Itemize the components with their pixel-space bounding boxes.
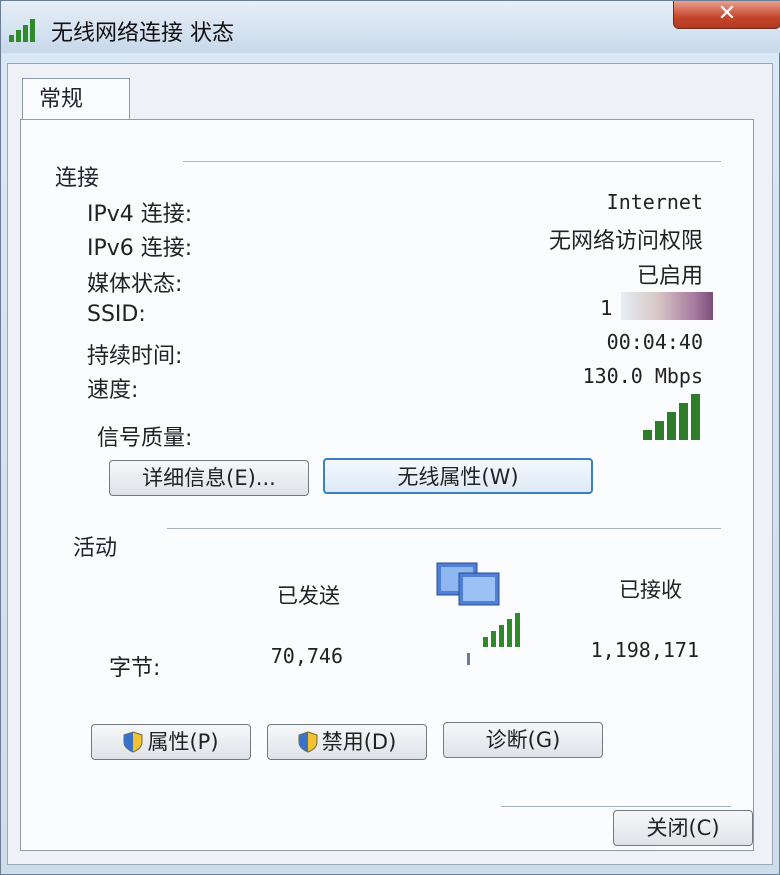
- window-title: 无线网络连接 状态: [51, 21, 234, 46]
- activity-divider: [167, 528, 721, 530]
- speed-value: 130.0 Mbps: [582, 364, 703, 388]
- wireless-properties-button[interactable]: 无线属性(W): [323, 458, 593, 494]
- ipv6-value: 无网络访问权限: [548, 229, 703, 254]
- properties-button-label: 属性(P): [147, 730, 219, 754]
- general-panel: 连接 IPv4 连接: Internet IPv6 连接: 无网络访问权限 媒体…: [20, 119, 754, 851]
- status-window: 无线网络连接 状态 ✕ 常规 连接 IPv4 连接: Internet IPv6…: [0, 0, 780, 875]
- ipv4-label: IPv4 连接:: [87, 202, 193, 227]
- duration-value: 00:04:40: [606, 330, 703, 354]
- ipv4-value: Internet: [606, 190, 703, 214]
- footer-divider: [501, 806, 731, 808]
- received-label: 已接收: [619, 578, 682, 602]
- duration-label: 持续时间:: [87, 344, 183, 369]
- uac-shield-icon: [123, 731, 143, 753]
- title-bar[interactable]: 无线网络连接 状态 ✕: [1, 1, 780, 53]
- uac-shield-icon: [298, 731, 318, 753]
- disable-button-label: 禁用(D): [321, 730, 397, 754]
- ssid-redaction: [621, 292, 713, 320]
- signal-quality-label: 信号质量:: [97, 426, 193, 451]
- ipv6-label: IPv6 连接:: [87, 236, 193, 261]
- signal-strength-icon: [643, 394, 700, 440]
- connection-section-label: 连接: [55, 166, 100, 191]
- properties-button[interactable]: 属性(P): [91, 724, 251, 760]
- network-activity-icon: [436, 562, 520, 665]
- ssid-value: 1: [600, 296, 613, 320]
- signal-bar: [679, 403, 688, 440]
- tab-general[interactable]: 常规: [22, 78, 130, 120]
- signal-bar: [667, 412, 676, 440]
- signal-bar: [691, 394, 700, 440]
- close-button[interactable]: 关闭(C): [613, 810, 753, 846]
- details-button[interactable]: 详细信息(E)...: [109, 460, 309, 496]
- diagnose-button[interactable]: 诊断(G): [443, 722, 603, 758]
- media-state-value: 已启用: [636, 264, 703, 289]
- speed-label: 速度:: [87, 378, 139, 403]
- signal-bar: [655, 421, 664, 440]
- window-close-button[interactable]: ✕: [673, 1, 780, 29]
- bytes-label: 字节:: [109, 656, 161, 681]
- connection-divider: [183, 161, 721, 163]
- bytes-sent-value: 70,746: [270, 644, 343, 668]
- signal-bar: [643, 430, 652, 440]
- bytes-received-value: 1,198,171: [590, 638, 699, 662]
- disable-button[interactable]: 禁用(D): [267, 724, 427, 760]
- media-state-label: 媒体状态:: [87, 272, 183, 297]
- sent-label: 已发送: [277, 584, 340, 608]
- dialog-client: 常规 连接 IPv4 连接: Internet IPv6 连接: 无网络访问权限…: [7, 63, 773, 865]
- wireless-signal-icon: [9, 19, 35, 42]
- ssid-label: SSID:: [87, 302, 146, 327]
- activity-section-label: 活动: [73, 536, 118, 561]
